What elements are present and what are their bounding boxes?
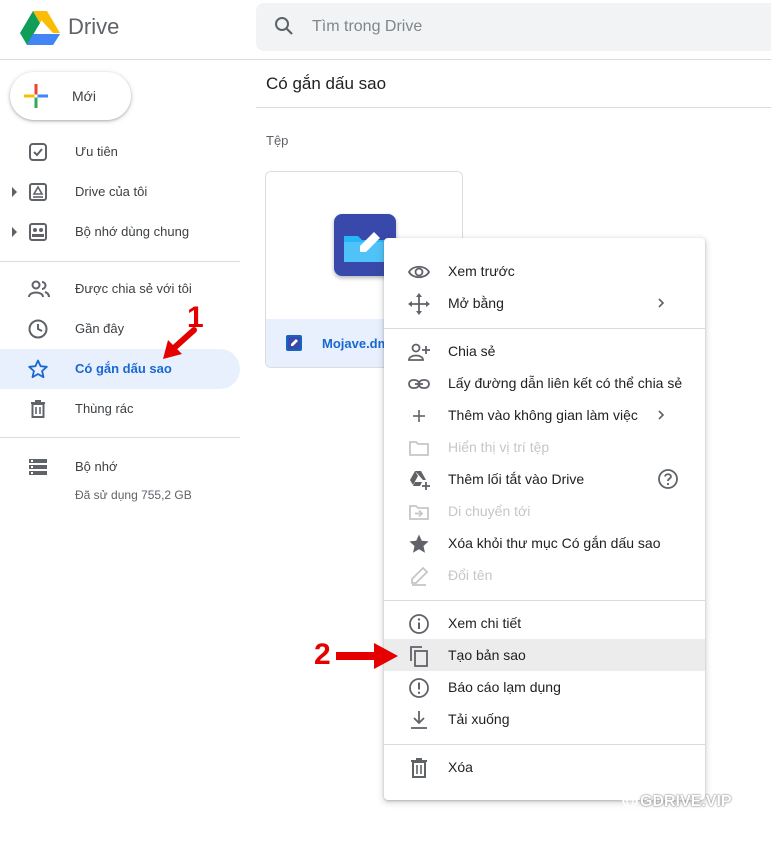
- drive-shortcut-icon: [408, 469, 430, 491]
- sidebar-item-label: Thùng rác: [75, 401, 134, 416]
- title-divider: [256, 107, 771, 108]
- file-name: Mojave.dm: [322, 336, 390, 351]
- sidebar-item-label: Có gắn dấu sao: [75, 361, 172, 376]
- trash-icon: [28, 399, 48, 419]
- menu-item-share[interactable]: Chia sẻ: [384, 335, 705, 367]
- eye-icon: [408, 261, 430, 283]
- section-label: Tệp: [266, 133, 289, 148]
- annotation-step-2: 2: [314, 638, 331, 671]
- shared-with-me-icon: [28, 279, 50, 299]
- menu-item-label: Thêm vào không gian làm việc: [448, 407, 638, 423]
- menu-item-label: Tải xuống: [448, 711, 510, 727]
- storage-icon: [28, 457, 48, 477]
- sidebar-item-shared-with-me[interactable]: Được chia sẻ với tôi: [0, 269, 240, 309]
- menu-divider: [384, 600, 705, 601]
- menu-item-add-to-workspace[interactable]: Thêm vào không gian làm việc: [384, 399, 705, 431]
- star-icon: [28, 359, 48, 379]
- move-arrows-icon: [408, 293, 430, 315]
- menu-item-preview[interactable]: Xem trước: [384, 255, 705, 287]
- page-title: Có gắn dấu sao: [266, 74, 387, 93]
- globe-icon: [622, 792, 638, 808]
- my-drive-icon: [28, 182, 48, 202]
- menu-item-label: Báo cáo lạm dụng: [448, 679, 561, 695]
- shared-drives-icon: [28, 222, 48, 242]
- sidebar-item-starred[interactable]: Có gắn dấu sao: [0, 349, 240, 389]
- annotation-arrow-2-icon: [336, 642, 400, 670]
- download-icon: [408, 709, 430, 731]
- menu-item-remove-from-starred[interactable]: Xóa khỏi thư mục Có gắn dấu sao: [384, 527, 705, 559]
- menu-item-label: Thêm lối tắt vào Drive: [448, 471, 585, 487]
- move-to-folder-icon: [408, 501, 430, 523]
- add-person-icon: [408, 341, 430, 363]
- folder-icon: [408, 437, 430, 459]
- watermark: GDRIVE.VIP: [622, 792, 732, 811]
- header-divider: [0, 59, 771, 60]
- search-icon[interactable]: [274, 16, 294, 36]
- menu-item-label: Xóa khỏi thư mục Có gắn dấu sao: [448, 535, 661, 551]
- trash-icon: [408, 757, 430, 779]
- menu-item-label: Chia sẻ: [448, 343, 496, 359]
- priority-check-icon: [28, 142, 48, 162]
- menu-item-view-details[interactable]: Xem chi tiết: [384, 607, 705, 639]
- copy-icon: [408, 645, 430, 667]
- sidebar-item-label: Được chia sẻ với tôi: [75, 281, 192, 296]
- sidebar-item-label: Drive của tôi: [75, 184, 148, 199]
- menu-item-download[interactable]: Tải xuống: [384, 703, 705, 735]
- sidebar-divider: [0, 437, 240, 438]
- menu-item-label: Đổi tên: [448, 567, 493, 583]
- sidebar-item-my-drive[interactable]: Drive của tôi: [0, 172, 240, 212]
- menu-item-label: Xem trước: [448, 263, 515, 279]
- star-filled-icon: [408, 533, 430, 555]
- expand-caret-icon[interactable]: [12, 187, 17, 197]
- link-icon: [408, 373, 430, 395]
- menu-item-add-shortcut[interactable]: Thêm lối tắt vào Drive: [384, 463, 705, 495]
- menu-divider: [384, 328, 705, 329]
- menu-item-label: Tạo bản sao: [448, 647, 526, 663]
- menu-item-label: Hiển thị vị trí tệp: [448, 439, 550, 455]
- plus-icon: [408, 405, 430, 427]
- menu-item-label: Mở bằng: [448, 295, 504, 311]
- report-icon: [408, 677, 430, 699]
- menu-item-open-with[interactable]: Mở bằng: [384, 287, 705, 319]
- sidebar-item-shared-drives[interactable]: Bộ nhớ dùng chung: [0, 212, 240, 252]
- expand-caret-icon[interactable]: [12, 227, 17, 237]
- chevron-right-icon: [655, 297, 667, 309]
- chevron-right-icon: [655, 409, 667, 421]
- search-input[interactable]: [312, 15, 712, 39]
- sidebar-item-label: Ưu tiên: [75, 144, 118, 159]
- plus-multicolor-icon: [24, 84, 48, 108]
- watermark-text: GDRIVE.VIP: [640, 793, 732, 810]
- sidebar-item-recent[interactable]: Gần đây: [0, 309, 240, 349]
- menu-item-show-file-location[interactable]: Hiển thị vị trí tệp: [384, 431, 705, 463]
- menu-item-label: Di chuyển tới: [448, 503, 531, 519]
- info-icon: [408, 613, 430, 635]
- sidebar-divider: [0, 261, 240, 262]
- help-circle-icon[interactable]: [657, 468, 679, 490]
- clock-icon: [28, 319, 48, 339]
- new-button[interactable]: Mới: [10, 72, 131, 120]
- menu-item-make-a-copy[interactable]: Tạo bản sao: [384, 639, 705, 671]
- file-type-icon: [286, 335, 302, 351]
- sidebar-item-trash[interactable]: Thùng rác: [0, 389, 240, 429]
- menu-item-remove[interactable]: Xóa: [384, 751, 705, 783]
- menu-item-rename[interactable]: Đổi tên: [384, 559, 705, 591]
- sidebar-item-label: Gần đây: [75, 321, 125, 336]
- sidebar-item-label: Bộ nhớ dùng chung: [75, 224, 190, 239]
- menu-item-label: Xem chi tiết: [448, 615, 522, 631]
- menu-divider: [384, 744, 705, 745]
- sidebar-item-label: Bộ nhớ: [75, 459, 118, 474]
- sidebar-item-storage[interactable]: Bộ nhớ: [0, 447, 240, 487]
- menu-item-report-abuse[interactable]: Báo cáo lạm dụng: [384, 671, 705, 703]
- pencil-icon: [408, 565, 430, 587]
- app-brand-name: Drive: [68, 14, 120, 39]
- menu-item-label: Xóa: [448, 759, 473, 775]
- menu-item-get-link[interactable]: Lấy đường dẫn liên kết có thể chia sẻ: [384, 367, 705, 399]
- storage-used-text: Đã sử dụng 755,2 GB: [75, 488, 192, 502]
- sidebar-item-priority[interactable]: Ưu tiên: [0, 132, 240, 172]
- new-button-label: Mới: [72, 88, 96, 104]
- google-drive-logo-icon[interactable]: [20, 10, 60, 46]
- menu-item-label: Lấy đường dẫn liên kết có thể chia sẻ: [448, 375, 683, 391]
- annotation-arrow-1-icon: [160, 326, 200, 362]
- menu-item-move-to[interactable]: Di chuyển tới: [384, 495, 705, 527]
